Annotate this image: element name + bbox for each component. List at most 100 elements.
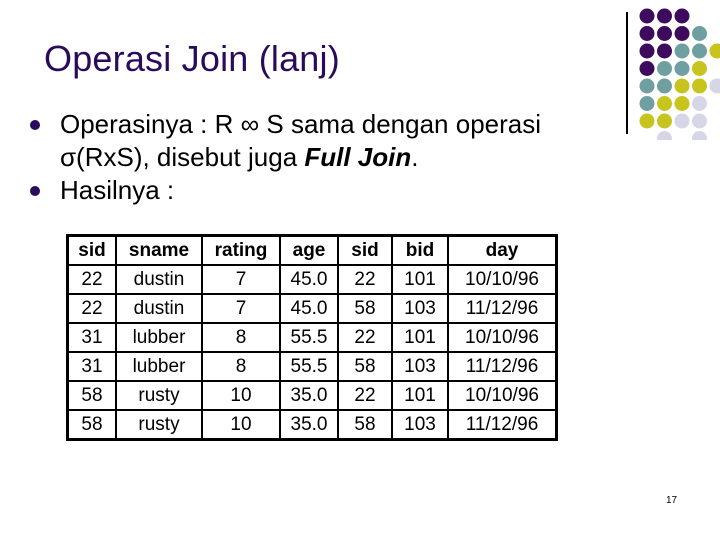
- decorative-dot-purple: [639, 8, 655, 24]
- slide-title: Operasi Join (lanj): [44, 38, 340, 79]
- table-cell: 58: [66, 380, 117, 411]
- table-row: 31 lubber 8 55.5 58 103 11/12/96: [66, 351, 558, 382]
- bullet-dot-icon: [30, 186, 40, 196]
- table-cell: 101: [391, 322, 449, 353]
- decorative-dot-purple: [639, 43, 655, 59]
- table-cell: 22: [337, 322, 393, 353]
- decorative-dot-teal: [692, 26, 707, 41]
- decorative-dot-yellow: [657, 96, 672, 111]
- table-cell: 11/12/96: [447, 409, 558, 441]
- header-sname: sname: [115, 234, 203, 266]
- table-cell: 45.0: [279, 264, 339, 295]
- table-cell: 45.0: [279, 293, 339, 324]
- table-cell: 11/12/96: [447, 293, 558, 324]
- table-row: 31 lubber 8 55.5 22 101 10/10/96: [66, 322, 558, 353]
- header-sid-2: sid: [337, 234, 393, 266]
- table-cell: 22: [66, 264, 117, 295]
- decorative-dot-yellow: [657, 113, 672, 129]
- decorative-dot-teal: [692, 43, 707, 59]
- table-cell: 10/10/96: [447, 322, 558, 353]
- decorative-dot-yellow: [639, 113, 655, 129]
- bullet-item-result: Hasilnya :: [30, 174, 630, 207]
- table-cell: 10/10/96: [447, 264, 558, 295]
- bullet-text-after: .: [411, 142, 419, 172]
- header-rating: rating: [201, 234, 281, 266]
- decorative-dot-yellow: [692, 78, 707, 94]
- decorative-dot-purple: [657, 26, 672, 41]
- table-cell: 55.5: [279, 351, 339, 382]
- table-body: 22 dustin 7 45.0 22 101 10/10/96 22 dustin 7 45.0 5…: [66, 264, 558, 441]
- table-cell: 58: [66, 409, 117, 441]
- header-sid: sid: [66, 234, 117, 266]
- decorative-dot-purple: [657, 8, 672, 24]
- decorative-dot-lavender: [657, 131, 672, 140]
- table-cell: 55.5: [279, 322, 339, 353]
- table-cell: 35.0: [279, 380, 339, 411]
- decorative-dot-yellow: [692, 61, 707, 76]
- bullet-list: Operasinya : R ∞ S sama dengan operasi σ…: [30, 108, 630, 207]
- table-cell: rusty: [115, 380, 203, 411]
- bullet-emphasis: Full Join: [304, 142, 412, 172]
- decorative-dot-yellow: [674, 96, 690, 111]
- table-cell: 101: [391, 264, 449, 295]
- table-cell: 31: [66, 322, 117, 353]
- table-cell: 22: [66, 293, 117, 324]
- decorative-dot-lavender: [692, 96, 707, 111]
- header-day: day: [447, 234, 558, 266]
- table-cell: dustin: [115, 293, 203, 324]
- table-cell: 22: [337, 264, 393, 295]
- table-cell: lubber: [115, 351, 203, 382]
- decorative-dot-purple: [639, 26, 655, 41]
- table-cell: 8: [201, 351, 281, 382]
- page-number: 17: [666, 495, 678, 506]
- decorative-dot-yellow: [709, 43, 720, 59]
- decorative-dot-teal: [657, 61, 672, 76]
- table-cell: 22: [337, 380, 393, 411]
- table-row: 22 dustin 7 45.0 58 103 11/12/96: [66, 293, 558, 324]
- table-header-row: sid sname rating age sid bid day: [66, 234, 558, 266]
- bullet-dot-icon: [30, 120, 40, 130]
- table-row: 22 dustin 7 45.0 22 101 10/10/96: [66, 264, 558, 295]
- table-cell: 58: [337, 293, 393, 324]
- table-cell: dustin: [115, 264, 203, 295]
- table-cell: 58: [337, 351, 393, 382]
- table-cell: 7: [201, 293, 281, 324]
- decorative-dot-lavender: [674, 113, 690, 129]
- table-cell: 10: [201, 380, 281, 411]
- decorative-dot-purple: [657, 43, 672, 59]
- decorative-dot-teal: [657, 78, 672, 94]
- decorative-dot-purple: [639, 61, 655, 76]
- table-cell: 103: [391, 293, 449, 324]
- table-cell: 11/12/96: [447, 351, 558, 382]
- table-cell: 7: [201, 264, 281, 295]
- decorative-dot-teal: [674, 43, 690, 59]
- decorative-dot-yellow: [674, 78, 690, 94]
- decorative-dot-teal: [639, 96, 655, 111]
- table-cell: 10/10/96: [447, 380, 558, 411]
- table-cell: 101: [391, 380, 449, 411]
- decorative-dot-purple: [674, 26, 690, 41]
- bullet-text: Operasinya : R ∞ S sama dengan operasi σ…: [60, 109, 542, 172]
- bullet-item-operation: Operasinya : R ∞ S sama dengan operasi σ…: [30, 108, 630, 174]
- decorative-dot-purple: [674, 8, 690, 24]
- bullet-text: Hasilnya :: [60, 175, 175, 205]
- decorative-dot-lavender: [692, 113, 707, 129]
- decorative-dot-teal: [639, 78, 655, 94]
- table-cell: 103: [391, 409, 449, 441]
- join-result-table: sid sname rating age sid bid day 22 dusti…: [66, 234, 558, 441]
- table-cell: 8: [201, 322, 281, 353]
- table-row: 58 rusty 10 35.0 58 103 11/12/96: [66, 409, 558, 441]
- header-age: age: [279, 234, 339, 266]
- header-bid: bid: [391, 234, 449, 266]
- table-cell: lubber: [115, 322, 203, 353]
- table-cell: 10: [201, 409, 281, 441]
- table-row: 58 rusty 10 35.0 22 101 10/10/96: [66, 380, 558, 411]
- table-cell: 103: [391, 351, 449, 382]
- decorative-dot-lavender: [692, 131, 707, 140]
- table-cell: 35.0: [279, 409, 339, 441]
- table-cell: 31: [66, 351, 117, 382]
- decorative-dot-teal: [674, 61, 690, 76]
- table-cell: 58: [337, 409, 393, 441]
- table-cell: rusty: [115, 409, 203, 441]
- decorative-dot-lavender: [709, 78, 720, 94]
